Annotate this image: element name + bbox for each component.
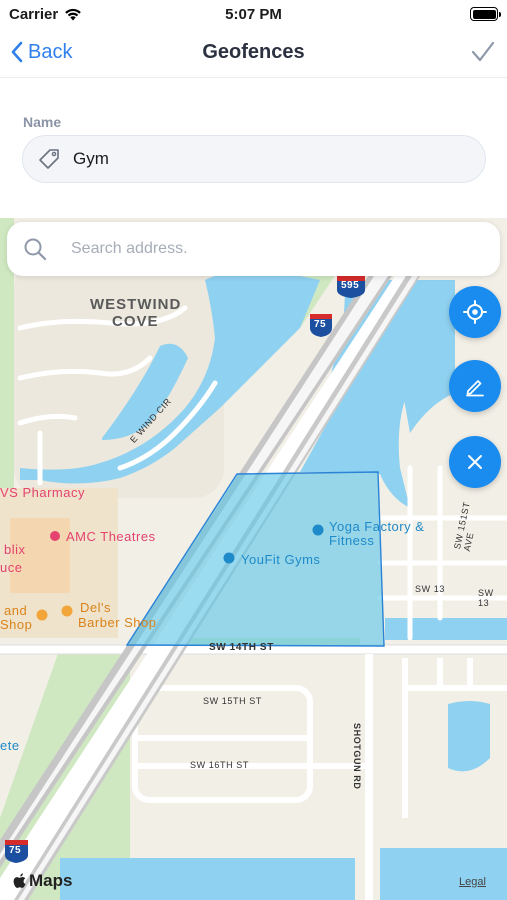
street-label-shotgun-rd: SHOTGUN RD [352,723,362,790]
status-time: 5:07 PM [225,6,282,23]
page-title: Geofences [202,41,305,63]
poi-youfit-gyms[interactable]: YouFit Gyms [241,552,320,567]
name-label: Name [23,114,62,130]
poi-publix-line-2: uce [0,560,23,575]
search-input[interactable] [71,240,451,258]
locate-crosshair-icon [463,300,487,324]
shield-75-top-label: 75 [314,319,327,330]
poi-yoga-factory[interactable]: Yoga Factory & Fitness [329,520,424,548]
map-view[interactable]: WESTWIND COVE E WIND CIR SW 14TH ST SW 1… [0,218,507,900]
legal-link[interactable]: Legal [459,876,486,888]
area-label-line-1: WESTWIND [90,296,182,313]
area-label-line-2: COVE [112,313,159,330]
geofence-form: Name Gym [0,78,507,218]
close-icon [468,455,482,469]
tag-icon [39,149,59,169]
area-label: WESTWIND COVE [90,296,181,330]
search-bar [7,222,500,276]
pencil-icon [466,380,484,397]
poi-dels-line-1: Del's [80,600,111,615]
poi-dels-barber-shop[interactable]: Del's Barber Shop [78,600,157,630]
street-label-sw-13: SW 13 [415,584,446,594]
status-bar: Carrier 5:07 PM [0,0,507,30]
street-label-sw-13-right: SW 13 [478,588,494,608]
poi-publix-line-1: blix [4,542,26,557]
save-button[interactable] [471,40,495,69]
poi-ete[interactable]: ete [0,738,20,753]
poi-cvs-pharmacy[interactable]: VS Pharmacy [0,485,85,500]
apple-maps-attribution: Maps [13,871,72,891]
name-value: Gym [73,149,109,168]
maps-attribution-label: Maps [29,871,73,890]
battery-icon [470,7,501,21]
poi-publix[interactable]: blix uce [0,541,26,577]
apple-logo-icon [13,873,26,888]
locate-button[interactable] [449,286,501,338]
search-icon [24,238,47,261]
poi-amc-theatres[interactable]: AMC Theatres [66,529,156,544]
poi-and-line: and [4,603,28,618]
clear-button[interactable] [449,436,501,488]
navigation-bar: Back Geofences [0,30,507,78]
street-label-sw-14th: SW 14TH ST [209,642,274,653]
poi-yoga-line-2: Fitness [329,533,375,548]
poi-yoga-line-1: Yoga Factory & [329,519,425,534]
poi-dels-line-2: Barber Shop [78,615,157,630]
edit-button[interactable] [449,360,501,412]
street-label-sw-16th: SW 16TH ST [190,760,250,770]
street-label-sw-15th: SW 15TH ST [203,696,263,706]
shield-75-bottom-label: 75 [9,845,22,856]
poi-shop-line: Shop [0,617,33,632]
name-field[interactable]: Gym [22,135,486,183]
checkmark-icon [471,41,495,62]
poi-and-shop[interactable]: and Shop [0,604,32,632]
shield-595-label: 595 [341,280,360,291]
